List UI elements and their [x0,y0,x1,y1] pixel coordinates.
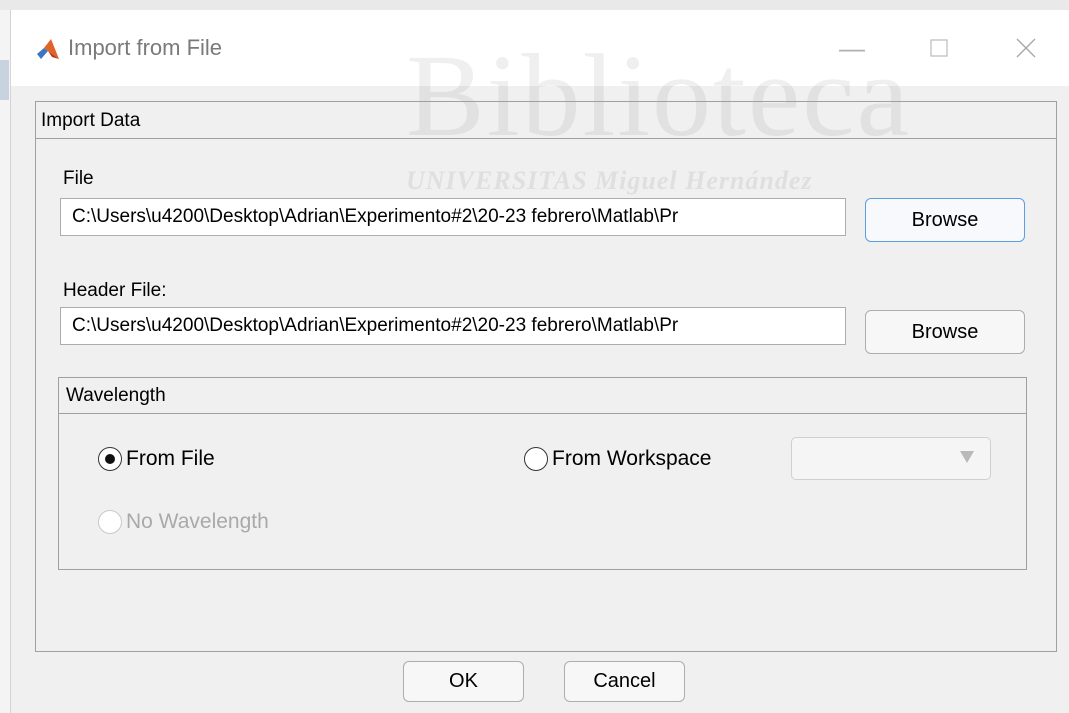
radio-from-file-label: From File [126,447,215,470]
file-label: File [63,168,94,189]
maximize-icon[interactable] [916,30,962,66]
radio-from-workspace[interactable]: From Workspace [524,447,711,471]
background-edge [0,60,9,100]
radio-unselected-icon[interactable] [524,447,548,471]
cancel-button[interactable]: Cancel [564,661,685,702]
import-data-title: Import Data [36,102,1056,139]
radio-no-wavelength: No Wavelength [98,510,269,534]
background-strip [0,0,1069,10]
radio-disabled-icon [98,510,122,534]
title-bar: Import from File — [11,10,1069,86]
dropdown-arrow-icon[interactable] [960,451,974,463]
close-icon[interactable] [1003,30,1049,66]
radio-selected-icon[interactable] [98,447,122,471]
file-browse-button[interactable]: Browse [865,198,1025,242]
radio-from-workspace-label: From Workspace [552,447,712,470]
header-browse-button[interactable]: Browse [865,310,1025,354]
radio-no-wavelength-label: No Wavelength [126,510,269,533]
minimize-icon[interactable]: — [829,30,875,66]
header-file-path-field[interactable]: C:\Users\u4200\Desktop\Adrian\Experiment… [60,307,846,345]
file-path-field[interactable]: C:\Users\u4200\Desktop\Adrian\Experiment… [60,198,846,236]
wavelength-title: Wavelength [59,378,1026,414]
matlab-logo-icon [37,39,59,59]
workspace-variable-select[interactable] [791,437,991,480]
import-dialog: Import from File — Biblioteca UNIVERSITA… [10,10,1069,713]
window-title: Import from File [68,35,223,60]
ok-button[interactable]: OK [403,661,524,702]
radio-from-file[interactable]: From File [98,447,215,471]
header-file-label: Header File: [63,280,167,301]
